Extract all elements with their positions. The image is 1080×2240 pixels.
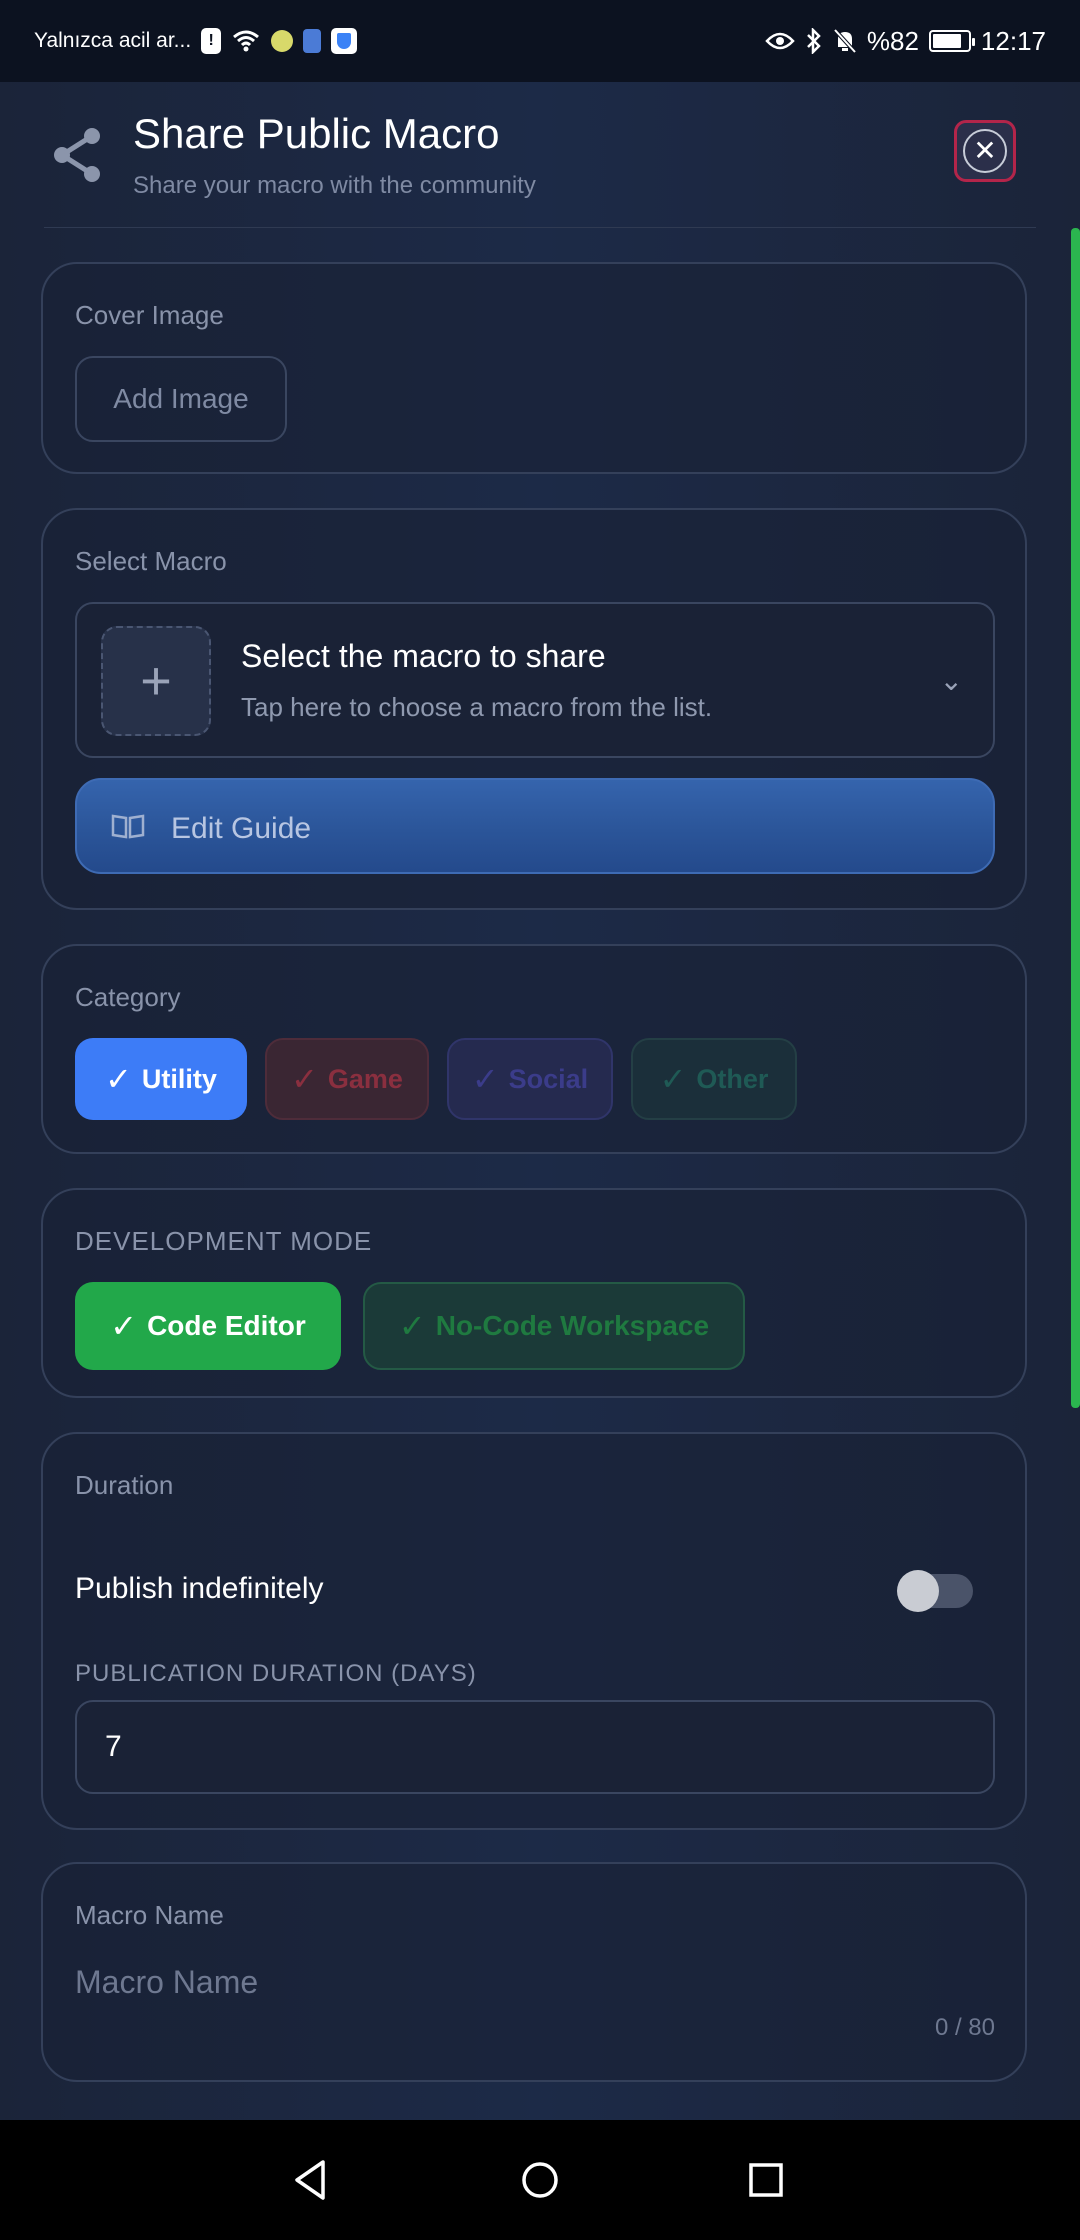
add-image-button[interactable]: Add Image <box>75 356 287 442</box>
sheet-header: Share Public Macro Share your macro with… <box>44 82 1036 228</box>
publish-indefinitely-label: Publish indefinitely <box>75 1572 324 1605</box>
mode-chip-code-editor[interactable]: ✓ Code Editor <box>75 1282 341 1370</box>
macro-selector-title: Select the macro to share <box>241 638 606 674</box>
chip-label: Game <box>327 1063 403 1094</box>
check-icon: ✓ <box>110 1308 138 1344</box>
mute-bell-icon <box>833 28 857 54</box>
character-counter: 0 / 80 <box>934 2014 995 2041</box>
close-button[interactable]: ✕ <box>954 120 1016 182</box>
development-mode-label: DEVELOPMENT MODE <box>75 1226 373 1256</box>
android-app-icon <box>271 30 294 52</box>
edit-guide-label: Edit Guide <box>171 812 312 845</box>
check-icon: ✓ <box>471 1061 499 1097</box>
chip-label: No-Code Workspace <box>435 1310 710 1341</box>
battery-saver-icon <box>303 29 322 53</box>
check-icon: ✓ <box>398 1308 426 1344</box>
macro-selector[interactable]: + Select the macro to share Tap here to … <box>75 602 995 758</box>
chip-label: Utility <box>141 1063 217 1094</box>
back-icon[interactable] <box>289 2158 333 2202</box>
duration-card: Duration Publish indefinitely PUBLICATIO… <box>41 1432 1027 1830</box>
clock: 12:17 <box>980 25 1046 56</box>
mode-chip-no-code-workspace[interactable]: ✓ No-Code Workspace <box>363 1282 745 1370</box>
scrollbar[interactable] <box>1071 228 1080 1408</box>
macro-name-input[interactable]: Macro Name <box>75 1964 258 2001</box>
chevron-down-icon: ⌄ <box>939 665 963 696</box>
publication-duration-label: PUBLICATION DURATION (DAYS) <box>75 1660 477 1687</box>
toggle-knob <box>897 1570 939 1612</box>
check-icon: ✓ <box>659 1061 687 1097</box>
navigation-bar <box>0 2120 1080 2240</box>
home-icon[interactable] <box>518 2158 562 2202</box>
shield-icon <box>331 28 358 54</box>
close-icon: ✕ <box>963 129 1007 173</box>
cover-image-label: Cover Image <box>75 300 224 330</box>
category-chip-other[interactable]: ✓ Other <box>631 1038 797 1120</box>
category-chip-social[interactable]: ✓ Social <box>447 1038 613 1120</box>
check-icon: ✓ <box>105 1061 132 1097</box>
macro-selector-hint: Tap here to choose a macro from the list… <box>241 692 713 722</box>
check-icon: ✓ <box>291 1061 318 1097</box>
carrier-text: Yalnızca acil ar... <box>34 29 192 52</box>
category-card: Category ✓ Utility ✓ Game ✓ Social ✓ Oth… <box>41 944 1027 1154</box>
chip-label: Social <box>508 1063 589 1094</box>
macro-name-card: Macro Name Macro Name 0 / 80 <box>41 1862 1027 2082</box>
category-chip-utility[interactable]: ✓ Utility <box>75 1038 247 1120</box>
eye-icon <box>765 32 795 50</box>
category-chip-game[interactable]: ✓ Game <box>265 1038 429 1120</box>
status-right: %82 12:17 <box>765 26 1046 57</box>
status-left: Yalnızca acil ar... ! <box>34 28 358 54</box>
wifi-icon <box>233 30 260 52</box>
category-label: Category <box>75 982 181 1012</box>
page-subtitle: Share your macro with the community <box>133 172 536 199</box>
publish-indefinitely-toggle[interactable] <box>897 1570 973 1612</box>
battery-percent: %82 <box>866 25 919 56</box>
macro-name-label: Macro Name <box>75 1900 224 1930</box>
chip-label: Other <box>696 1063 769 1094</box>
page-title: Share Public Macro <box>133 110 500 157</box>
book-icon <box>111 814 145 839</box>
alert-icon: ! <box>201 28 222 54</box>
cover-image-card: Cover Image Add Image <box>41 262 1027 474</box>
publication-duration-input[interactable]: 7 <box>75 1700 995 1794</box>
bluetooth-icon <box>806 28 821 54</box>
share-macro-sheet: Share Public Macro Share your macro with… <box>0 82 1080 2120</box>
chip-label: Code Editor <box>147 1310 306 1341</box>
share-icon <box>54 128 100 182</box>
duration-label: Duration <box>75 1470 174 1500</box>
select-macro-card: Select Macro + Select the macro to share… <box>41 508 1027 910</box>
edit-guide-button[interactable]: Edit Guide <box>75 778 995 874</box>
select-macro-label: Select Macro <box>75 546 227 576</box>
status-bar: Yalnızca acil ar... ! %82 12:17 <box>0 0 1080 82</box>
battery-icon <box>928 30 975 52</box>
development-mode-card: DEVELOPMENT MODE ✓ Code Editor ✓ No-Code… <box>41 1188 1027 1398</box>
plus-icon: + <box>101 626 211 736</box>
recents-icon[interactable] <box>744 2158 788 2202</box>
